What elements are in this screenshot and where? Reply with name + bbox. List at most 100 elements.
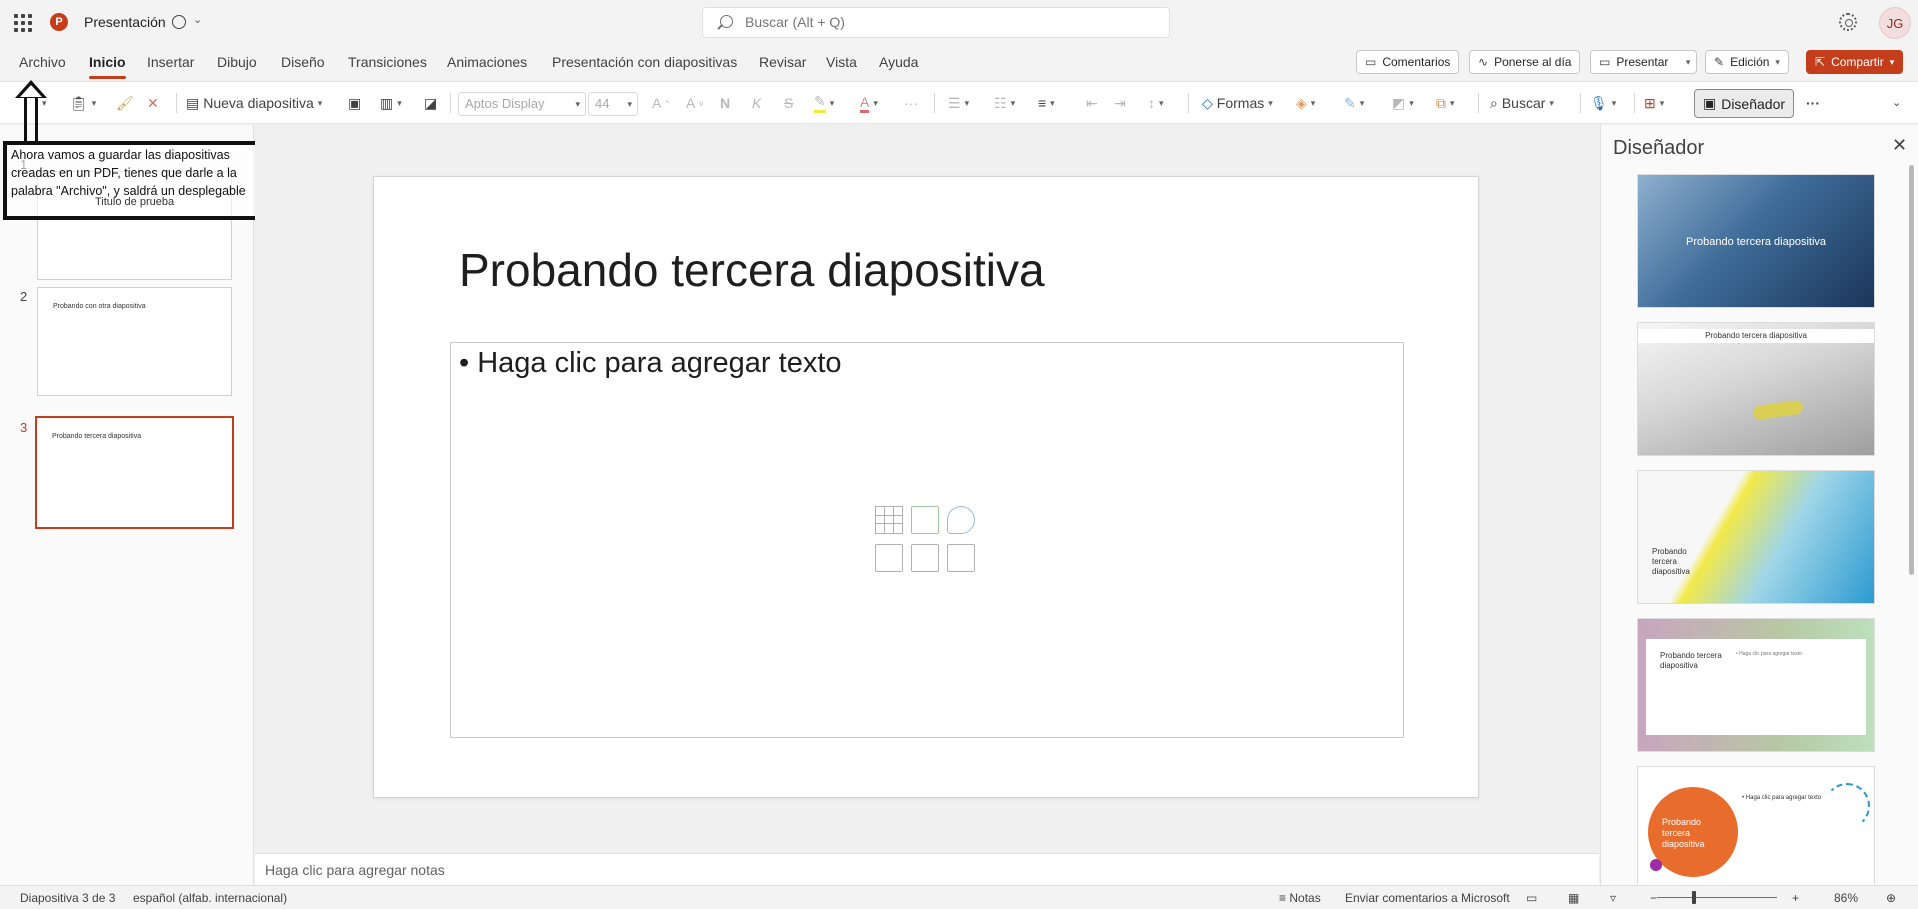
insert-table-icon[interactable] bbox=[875, 506, 903, 534]
layout-button[interactable]: ▥ ▾ bbox=[380, 92, 402, 114]
notes-area[interactable]: Haga clic para agregar notas bbox=[255, 853, 1599, 885]
format-painter-icon[interactable]: 🖌︎ bbox=[116, 92, 134, 114]
new-slide-button[interactable]: ▤ Nueva diapositiva ▾ bbox=[186, 92, 322, 114]
design-body: • Haga clic para agregar texto bbox=[1742, 795, 1822, 801]
chevron-down-icon[interactable]: ▾ bbox=[1686, 57, 1691, 68]
design-option-4[interactable]: Probando tercera diapositiva • Haga clic… bbox=[1637, 618, 1875, 752]
stock-images-icon[interactable] bbox=[911, 544, 939, 572]
tab-transiciones[interactable]: Transiciones bbox=[348, 54, 427, 70]
tab-insertar[interactable]: Insertar bbox=[147, 54, 194, 70]
tab-ayuda[interactable]: Ayuda bbox=[879, 54, 918, 70]
more-options-icon[interactable]: ··· bbox=[1806, 92, 1820, 114]
section-icon[interactable]: ◪ bbox=[424, 92, 437, 114]
design-option-5[interactable]: Probando tercera diapositiva • Haga clic… bbox=[1637, 766, 1875, 900]
search-input[interactable] bbox=[745, 14, 1145, 30]
slide-thumbnail-3[interactable]: Probando tercera diapositiva bbox=[35, 416, 234, 529]
editing-mode-button[interactable]: ✎ Edición ▾ bbox=[1705, 50, 1789, 74]
line-spacing-icon[interactable]: ↕ ▾ bbox=[1148, 92, 1164, 114]
language-indicator[interactable]: español (alfab. internacional) bbox=[133, 891, 287, 905]
increase-indent-icon[interactable]: ⇥ bbox=[1114, 92, 1126, 114]
thumbnail-title: Probando tercera diapositiva bbox=[52, 433, 142, 440]
design-option-2[interactable]: Probando tercera diapositiva bbox=[1637, 322, 1875, 456]
align-icon[interactable]: ≡ ▾ bbox=[1038, 92, 1055, 114]
catch-up-button[interactable]: ∿ Ponerse al día bbox=[1469, 50, 1581, 74]
tab-archivo[interactable]: Archivo bbox=[19, 54, 66, 70]
design-option-3[interactable]: Probando tercera diapositiva bbox=[1637, 470, 1875, 604]
numbering-icon[interactable]: ☷ ▾ bbox=[994, 92, 1015, 114]
comments-label: Comentarios bbox=[1382, 55, 1451, 69]
content-placeholder[interactable]: • Haga clic para agregar texto bbox=[450, 342, 1404, 738]
user-avatar[interactable]: JG bbox=[1879, 7, 1911, 39]
save-status-icon[interactable] bbox=[172, 15, 186, 29]
design-option-1[interactable]: Probando tercera diapositiva bbox=[1637, 174, 1875, 308]
tab-diseno[interactable]: Diseño bbox=[281, 54, 325, 70]
zoom-in-button[interactable]: + bbox=[1792, 891, 1799, 905]
search-icon bbox=[720, 15, 733, 28]
highlight-color-icon[interactable]: ✎ ▾ bbox=[814, 92, 834, 114]
slide-thumbnail-2[interactable]: Probando con otra diapositiva bbox=[37, 287, 232, 396]
insert-chart-icon[interactable] bbox=[911, 506, 939, 534]
tab-dibujo[interactable]: Dibujo bbox=[217, 54, 257, 70]
thumbnail-title: Titulo de prueba bbox=[95, 196, 175, 208]
tab-vista[interactable]: Vista bbox=[826, 54, 857, 70]
bullets-icon[interactable]: ☰ ▾ bbox=[948, 92, 969, 114]
add-ins-icon[interactable]: ⊞ ▾ bbox=[1644, 92, 1664, 114]
designer-scrollbar[interactable] bbox=[1909, 165, 1914, 575]
paste-button[interactable]: 📋︎ ▾ bbox=[70, 92, 96, 114]
editing-label: Edición bbox=[1730, 55, 1770, 69]
share-button[interactable]: ⇱ Compartir ▾ bbox=[1806, 50, 1904, 74]
slide-sorter-icon[interactable]: ▦ bbox=[1568, 891, 1579, 905]
shape-outline-icon[interactable]: ✎ ▾ bbox=[1344, 92, 1364, 114]
slide-title[interactable]: Probando tercera diapositiva bbox=[459, 243, 1045, 297]
zoom-slider[interactable] bbox=[1657, 897, 1777, 898]
zoom-out-button[interactable]: − bbox=[1650, 891, 1657, 905]
current-slide[interactable]: Probando tercera diapositiva • Haga clic… bbox=[373, 176, 1479, 798]
notes-placeholder[interactable]: Haga clic para agregar notas bbox=[265, 862, 445, 878]
find-button[interactable]: ⌕ Buscar ▾ bbox=[1490, 92, 1554, 114]
bold-button[interactable]: N bbox=[720, 92, 730, 114]
chevron-down-icon[interactable]: ⌄ bbox=[193, 13, 202, 26]
tab-presentacion[interactable]: Presentación con diapositivas bbox=[552, 54, 737, 70]
feedback-link[interactable]: Enviar comentarios a Microsoft bbox=[1345, 891, 1510, 905]
grow-font-icon[interactable]: A ^ bbox=[652, 92, 669, 114]
present-button[interactable]: ▭ Presentar ▾ bbox=[1590, 50, 1698, 74]
more-font-options-icon[interactable]: ··· bbox=[904, 92, 918, 114]
body-placeholder-text[interactable]: • Haga clic para agregar texto bbox=[459, 347, 842, 380]
tab-animaciones[interactable]: Animaciones bbox=[447, 54, 527, 70]
shape-effects-icon[interactable]: ◩ ▾ bbox=[1392, 92, 1414, 114]
strikethrough-button[interactable]: S bbox=[784, 92, 793, 114]
close-icon[interactable]: ✕ bbox=[1892, 135, 1907, 156]
font-name-select[interactable]: Aptos Display ▾ bbox=[458, 92, 586, 116]
comments-button[interactable]: ▭ Comentarios bbox=[1356, 50, 1460, 74]
shapes-button[interactable]: ◇ Formas ▾ bbox=[1202, 92, 1273, 114]
italic-button[interactable]: K bbox=[752, 92, 761, 114]
notes-toggle[interactable]: ≡ Notas bbox=[1279, 891, 1321, 905]
font-size-value: 44 bbox=[595, 96, 610, 111]
tab-revisar[interactable]: Revisar bbox=[759, 54, 806, 70]
normal-view-icon[interactable]: ▭ bbox=[1526, 891, 1537, 905]
zoom-level[interactable]: 86% bbox=[1834, 891, 1858, 905]
dictate-microphone-icon[interactable]: 🎙︎ ▾ bbox=[1590, 92, 1616, 114]
insert-picture-icon[interactable] bbox=[875, 544, 903, 572]
document-name[interactable]: Presentación bbox=[84, 14, 166, 30]
font-color-icon[interactable]: A ▾ bbox=[860, 92, 878, 114]
insert-smartart-icon[interactable] bbox=[947, 506, 975, 534]
clear-formatting-icon[interactable]: ✕ bbox=[147, 92, 159, 114]
designer-label: Diseñador bbox=[1721, 95, 1786, 112]
shape-fill-icon[interactable]: ◈ ▾ bbox=[1296, 92, 1315, 114]
search-box[interactable] bbox=[702, 7, 1170, 38]
decrease-indent-icon[interactable]: ⇤ bbox=[1086, 92, 1098, 114]
reading-view-icon[interactable]: ▿ bbox=[1610, 891, 1616, 905]
arrange-icon[interactable]: ⧉ ▾ bbox=[1436, 92, 1455, 114]
collapse-ribbon-chevron-icon[interactable]: ⌄ bbox=[1892, 96, 1901, 109]
reuse-slides-icon[interactable]: ▣ bbox=[348, 92, 361, 114]
shrink-font-icon[interactable]: Av bbox=[686, 92, 703, 114]
font-size-select[interactable]: 44 ▾ bbox=[588, 92, 638, 116]
fit-to-window-icon[interactable]: ⊕ bbox=[1886, 891, 1896, 905]
insert-video-icon[interactable] bbox=[947, 544, 975, 572]
tab-inicio[interactable]: Inicio bbox=[89, 54, 126, 79]
zoom-slider-thumb[interactable] bbox=[1692, 891, 1696, 904]
designer-button[interactable]: ▣ Diseñador bbox=[1694, 89, 1794, 118]
app-launcher-icon[interactable] bbox=[14, 14, 32, 32]
settings-gear-icon[interactable] bbox=[1839, 13, 1857, 31]
